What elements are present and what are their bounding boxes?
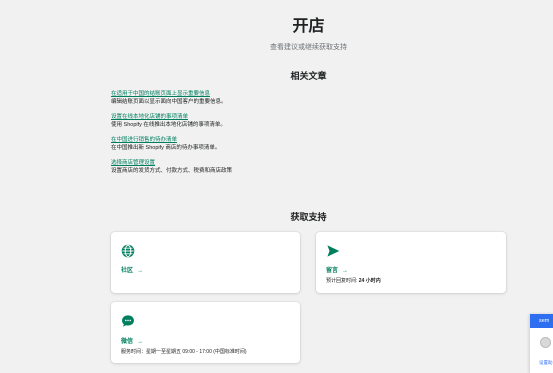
- wechat-card[interactable]: 微信 → 服务时间：星期一至星期五 09:00 - 17:00 (中国标准时间): [111, 302, 300, 363]
- article-item: 选择商店管理设置 设置商店的发货方式、付款方式、税费和商店政策: [111, 159, 411, 175]
- article-link[interactable]: 选择商店管理设置: [111, 159, 411, 167]
- page-subtitle: 查看建议或继续获取支持: [270, 44, 347, 51]
- message-title: 留言 →: [326, 265, 348, 274]
- article-link[interactable]: 设置在线本地化店铺的事项清单: [111, 113, 411, 121]
- response-time-label: 预计回复时间:: [326, 278, 358, 284]
- message-response-time: 预计回复时间: 24 小时内: [326, 277, 381, 284]
- message-card[interactable]: 留言 → 预计回复时间: 24 小时内: [316, 232, 506, 293]
- send-arrow-icon: [327, 245, 340, 257]
- wechat-title: 微信 →: [121, 336, 143, 345]
- article-description: 在中国推出新 Shopify 商店的待办事项清单。: [111, 145, 221, 151]
- article-link[interactable]: 在中国进行销售的待办清单: [111, 136, 411, 144]
- article-item: 在中国进行销售的待办清单 在中国推出新 Shopify 商店的待办事项清单。: [111, 136, 411, 152]
- wechat-service-hours: 服务时间：星期一至星期五 09:00 - 17:00 (中国标准时间): [121, 349, 247, 355]
- arrow-right-icon: →: [137, 339, 144, 345]
- community-label: 社区: [121, 268, 134, 274]
- get-support-heading: 获取支持: [290, 212, 327, 222]
- article-description: 使用 Shopify 在线推出本地化店铺的事项清单。: [111, 122, 226, 128]
- community-card[interactable]: 社区 →: [111, 232, 300, 293]
- chat-widget-link[interactable]: 设置助: [539, 360, 553, 366]
- page-title: 开店: [292, 18, 325, 35]
- avatar: [540, 337, 551, 348]
- chat-widget[interactable]: sem 设置助: [530, 314, 553, 373]
- article-item: 在适用于中国的结账页面上显示重要信息 编辑结账页面以显示面向中国客户的重要信息。: [111, 90, 411, 106]
- article-description: 编辑结账页面以显示面向中国客户的重要信息。: [111, 99, 227, 105]
- article-link[interactable]: 在适用于中国的结账页面上显示重要信息: [111, 90, 411, 98]
- response-time-value: 24 小时内: [358, 278, 381, 284]
- article-item: 设置在线本地化店铺的事项清单 使用 Shopify 在线推出本地化店铺的事项清单…: [111, 113, 411, 129]
- globe-icon: [121, 244, 135, 258]
- chat-widget-header: sem: [530, 314, 553, 328]
- arrow-right-icon: →: [137, 268, 144, 274]
- arrow-right-icon: →: [342, 268, 349, 274]
- article-description: 设置商店的发货方式、付款方式、税费和商店政策: [111, 168, 233, 174]
- chat-bubble-icon: [122, 315, 134, 327]
- related-articles-list: 在适用于中国的结账页面上显示重要信息 编辑结账页面以显示面向中国客户的重要信息。…: [111, 90, 411, 182]
- related-articles-heading: 相关文章: [290, 71, 327, 81]
- community-title: 社区 →: [121, 265, 143, 274]
- wechat-label: 微信: [121, 339, 134, 345]
- message-label: 留言: [326, 268, 339, 274]
